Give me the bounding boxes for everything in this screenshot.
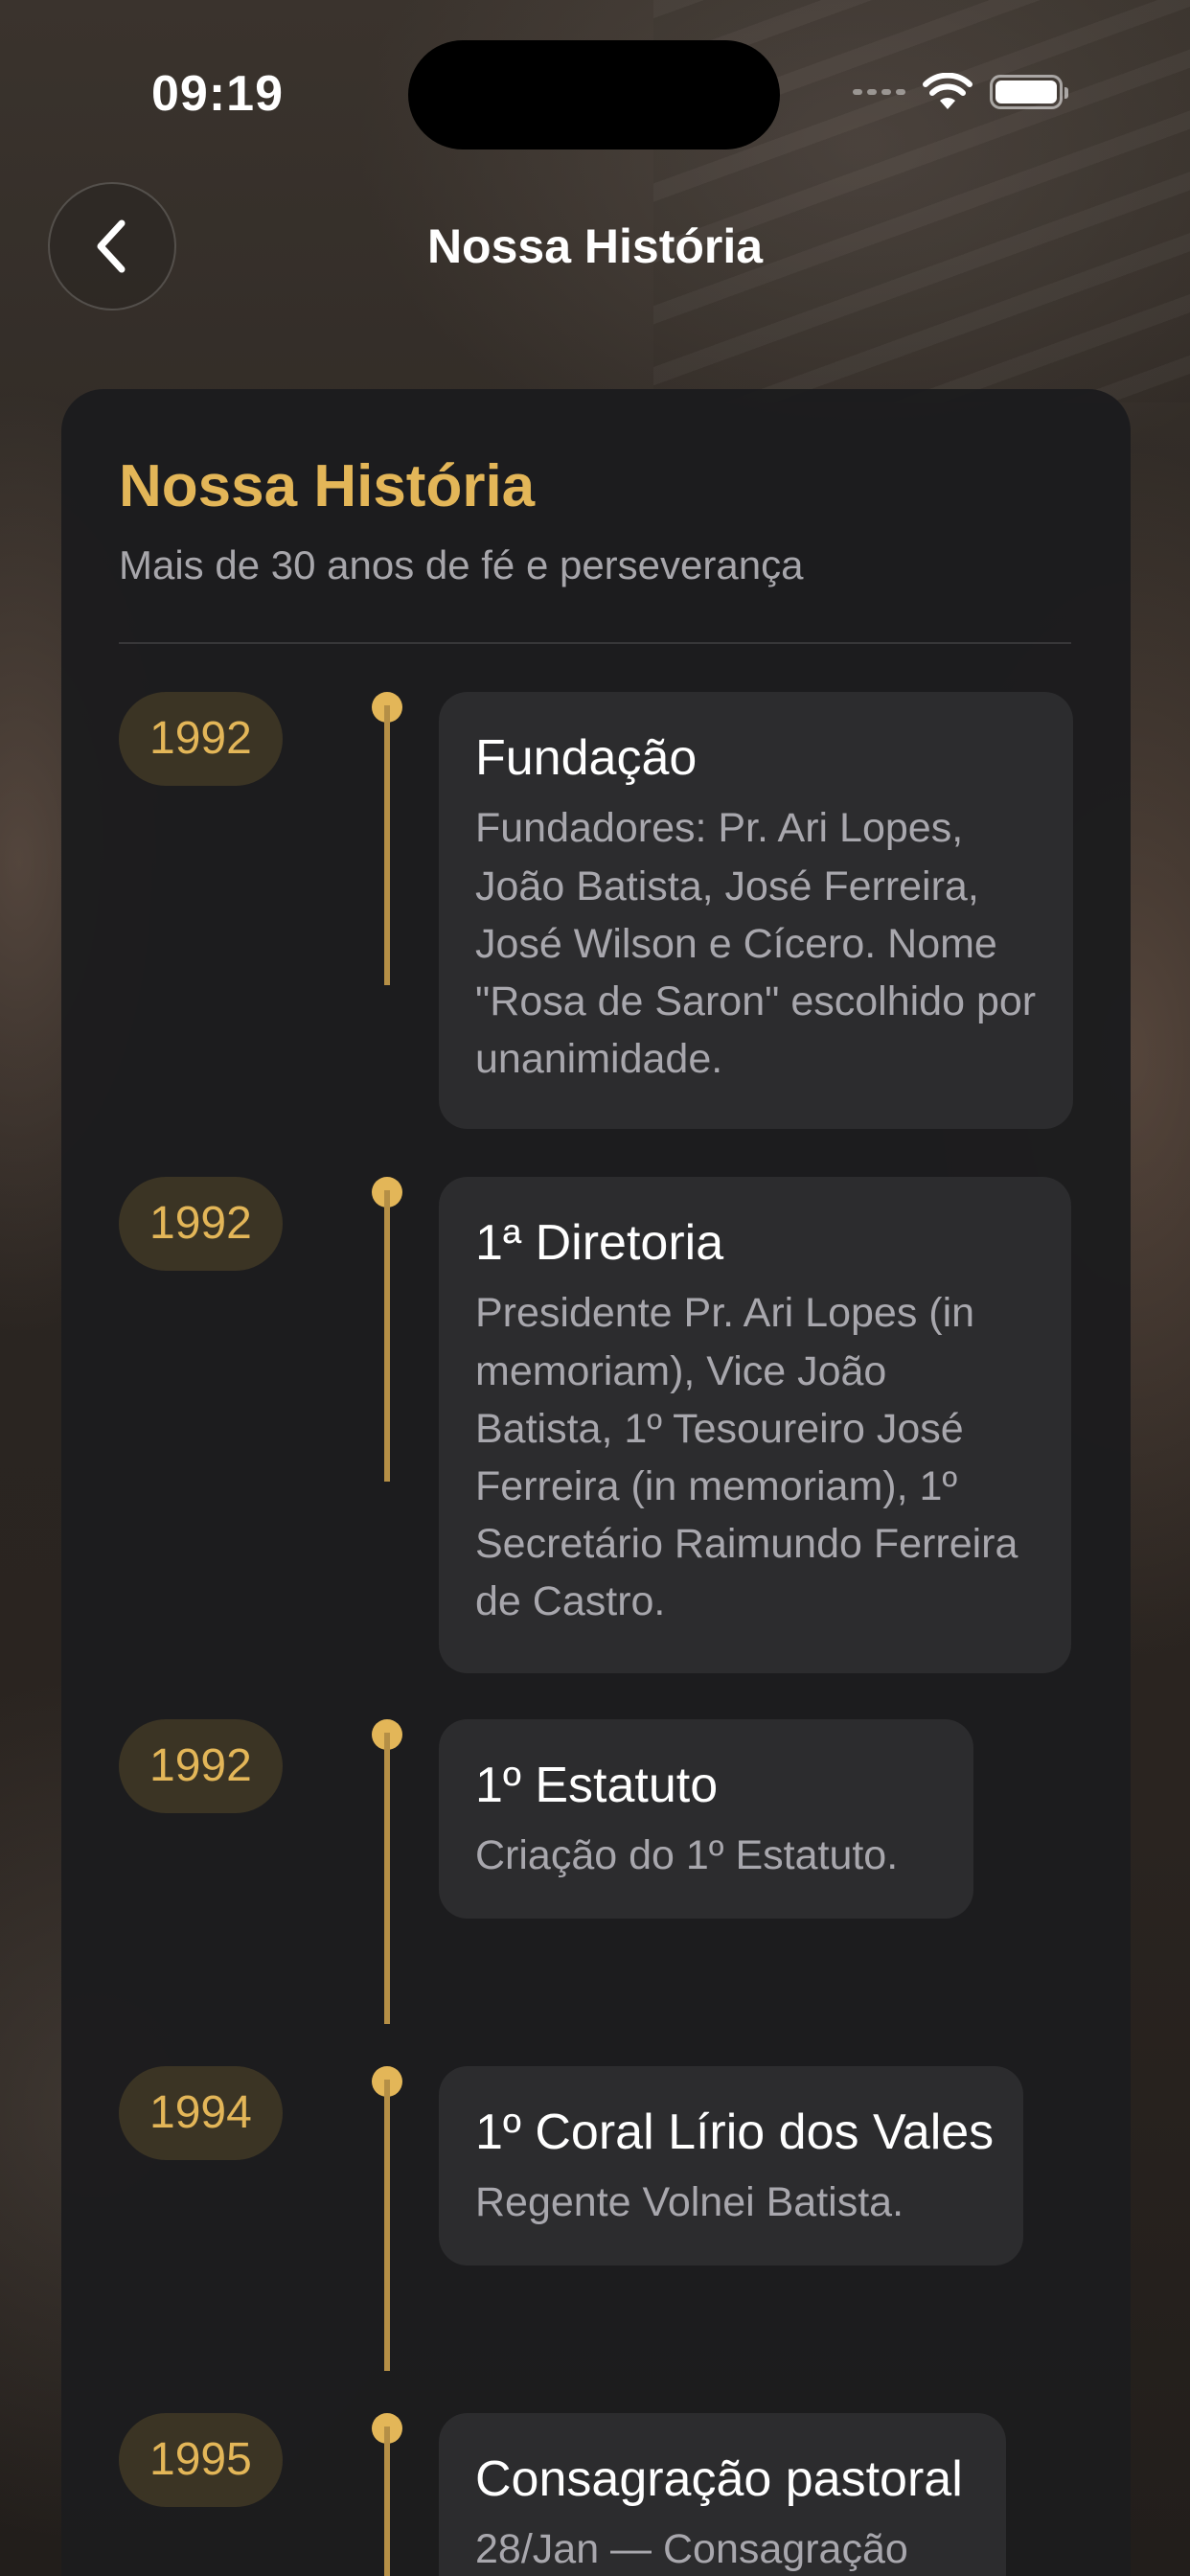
event-description: 28/Jan — Consagração bbox=[475, 2526, 908, 2573]
timeline-line bbox=[384, 2426, 390, 2576]
event-description: Criação do 1º Estatuto. bbox=[475, 1832, 899, 1879]
app-screen: 09:19 Nossa História Nossa História Mais… bbox=[0, 0, 1190, 2576]
event-description: Regente Volnei Batista. bbox=[475, 2179, 904, 2226]
year-badge: 1992 bbox=[119, 692, 283, 786]
wifi-icon bbox=[923, 73, 973, 109]
year-badge: 1992 bbox=[119, 1177, 283, 1271]
divider bbox=[119, 642, 1071, 644]
timeline-event[interactable]: 1º Coral Lírio dos Vales Regente Volnei … bbox=[439, 2066, 1023, 2266]
card-subtitle: Mais de 30 anos de fé e perseverança bbox=[119, 542, 804, 587]
status-time: 09:19 bbox=[151, 66, 284, 122]
status-indicators bbox=[853, 73, 1068, 111]
year-badge: 1992 bbox=[119, 1719, 283, 1813]
card-title: Nossa História bbox=[119, 453, 536, 519]
timeline-line bbox=[384, 705, 390, 985]
page-title: Nossa História bbox=[426, 219, 764, 273]
timeline-line bbox=[384, 1733, 390, 2024]
year-badge: 1994 bbox=[119, 2066, 283, 2160]
event-description: Presidente Pr. Ari Lopes (in memoriam), … bbox=[475, 1290, 1018, 1625]
event-description: Fundadores: Pr. Ari Lopes, João Batista,… bbox=[475, 805, 1037, 1083]
timeline-event[interactable]: 1º Estatuto Criação do 1º Estatuto. bbox=[439, 1719, 973, 1919]
timeline-event[interactable]: Fundação Fundadores: Pr. Ari Lopes, João… bbox=[439, 692, 1073, 1129]
timeline-event[interactable]: 1ª Diretoria Presidente Pr. Ari Lopes (i… bbox=[439, 1177, 1071, 1673]
dynamic-island bbox=[408, 40, 780, 150]
timeline-line bbox=[384, 2080, 390, 2371]
timeline-line bbox=[384, 1190, 390, 1482]
timeline-event[interactable]: Consagração pastoral 28/Jan — Consagraçã… bbox=[439, 2413, 1006, 2576]
year-badge: 1995 bbox=[119, 2413, 283, 2507]
battery-icon bbox=[990, 75, 1068, 109]
event-title: Fundação bbox=[475, 730, 698, 786]
event-title: 1º Coral Lírio dos Vales bbox=[475, 2104, 995, 2160]
cellular-signal-icon bbox=[853, 89, 905, 95]
event-title: Consagração pastoral bbox=[475, 2451, 963, 2507]
history-card: Nossa História Mais de 30 anos de fé e p… bbox=[61, 389, 1131, 2576]
event-title: 1ª Diretoria bbox=[475, 1215, 724, 1271]
event-title: 1º Estatuto bbox=[475, 1758, 719, 1813]
